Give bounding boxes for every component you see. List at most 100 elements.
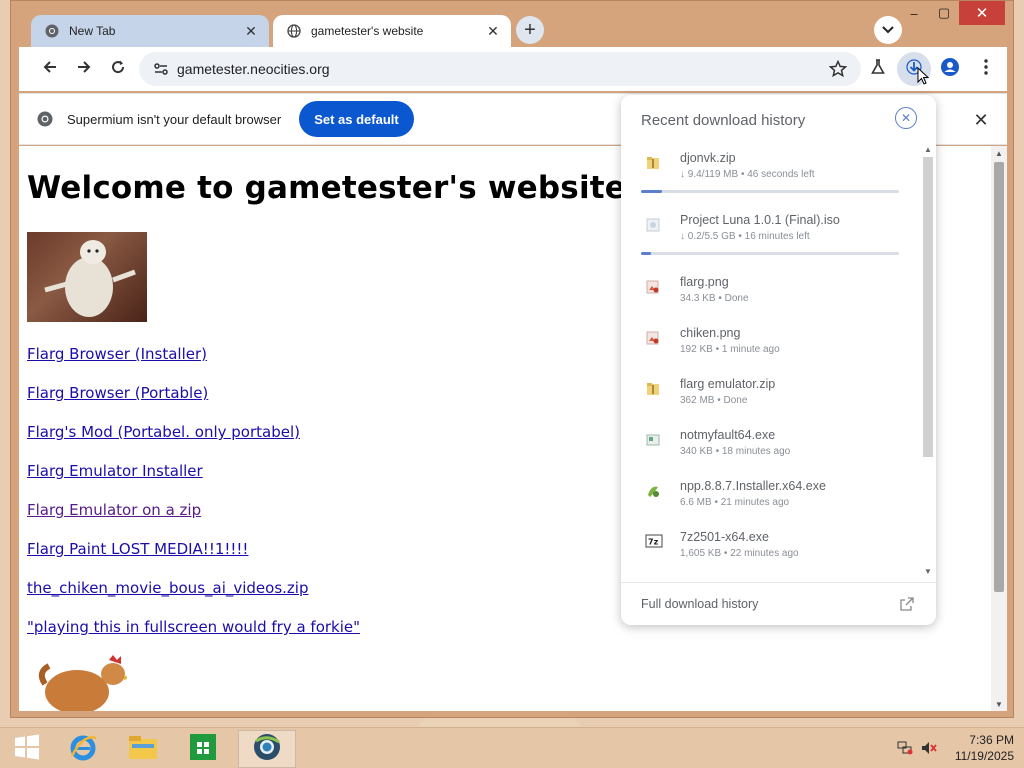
chevron-down-icon (882, 21, 894, 39)
infobar-close-button[interactable]: ✕ (969, 108, 993, 132)
page-scrollbar[interactable]: ▲ ▼ (991, 146, 1007, 711)
taskbar-file-explorer[interactable] (116, 730, 170, 768)
site-settings-icon[interactable] (153, 61, 169, 77)
clock-time: 7:36 PM (969, 733, 1014, 747)
taskbar-store[interactable] (176, 730, 230, 768)
network-icon[interactable] (897, 741, 913, 755)
download-item[interactable]: Project Luna 1.0.1 (Final).iso ↓ 0.2/5.5 … (621, 207, 921, 269)
tab-gametester[interactable]: gametester's website ✕ (273, 15, 511, 47)
forward-button[interactable] (67, 52, 101, 86)
download-item[interactable]: flarg emulator.zip 362 MB • Done (621, 371, 921, 422)
profile-button[interactable] (933, 52, 967, 86)
close-tab-icon[interactable]: ✕ (241, 21, 261, 41)
download-progress-bar (641, 190, 899, 193)
clock-date: 11/19/2025 (954, 749, 1014, 763)
menu-button[interactable] (969, 52, 1003, 86)
download-status: 192 KB • 1 minute ago (680, 344, 780, 355)
zip-folder-icon (645, 381, 661, 397)
start-button[interactable] (0, 730, 54, 768)
download-link[interactable]: Flarg Browser (Installer) (27, 345, 360, 384)
download-progress-bar (641, 252, 899, 255)
download-link[interactable]: Flarg Browser (Portable) (27, 384, 360, 423)
scroll-down-arrow-icon[interactable]: ▼ (991, 697, 1007, 711)
windows-logo-icon (14, 734, 40, 765)
tab-new-tab[interactable]: New Tab ✕ (31, 15, 269, 47)
download-filename: flarg emulator.zip (680, 377, 776, 391)
browser-toolbar: gametester.neocities.org (19, 47, 1007, 91)
image-file-icon (645, 330, 661, 346)
download-item[interactable]: 7z 7z2501-x64.exe 1,605 KB • 22 minutes ag… (621, 524, 921, 575)
downloads-scrollbar[interactable]: ▲ ▼ (922, 145, 934, 577)
download-progress-fill (641, 252, 652, 255)
scroll-up-arrow-icon[interactable]: ▲ (991, 146, 1007, 160)
taskbar: 7:36 PM 11/19/2025 (0, 727, 1024, 768)
set-as-default-button[interactable]: Set as default (299, 101, 414, 137)
minimize-icon: – (910, 5, 918, 21)
window-controls: – ▢ ✕ (899, 1, 1005, 43)
svg-text:7z: 7z (648, 538, 659, 547)
address-bar[interactable]: gametester.neocities.org (139, 52, 861, 86)
new-tab-button[interactable]: + (516, 16, 544, 44)
labs-button[interactable] (861, 52, 895, 86)
download-progress-fill (641, 190, 662, 193)
scroll-up-arrow-icon[interactable]: ▲ (922, 145, 934, 155)
download-item[interactable]: chiken.png 192 KB • 1 minute ago (621, 320, 921, 371)
flask-icon (870, 58, 886, 80)
tab-search-button[interactable] (874, 16, 902, 44)
bookmark-star-icon[interactable] (829, 60, 847, 78)
download-item[interactable]: notmyfault64.exe 340 KB • 18 minutes ago (621, 422, 921, 473)
download-link[interactable]: Flarg Paint LOST MEDIA!!1!!!! (27, 540, 360, 579)
taskbar-supermium[interactable] (238, 730, 296, 768)
download-item[interactable]: flarg.png 34.3 KB • Done (621, 269, 921, 320)
forward-arrow-icon (76, 59, 92, 80)
minimize-button[interactable]: – (899, 1, 929, 25)
download-link[interactable]: Flarg Emulator Installer (27, 462, 360, 501)
maximize-button[interactable]: ▢ (929, 1, 959, 25)
full-download-history-link[interactable]: Full download history (621, 582, 936, 625)
page-title: Welcome to gametester's website (27, 170, 627, 206)
folder-icon (128, 734, 158, 765)
globe-icon (287, 24, 301, 38)
download-item[interactable]: djonvk.zip ↓ 9.4/119 MB • 46 seconds left (621, 145, 921, 207)
maximize-icon: ▢ (937, 5, 951, 20)
window-close-button[interactable]: ✕ (959, 1, 1005, 25)
download-link[interactable]: Flarg's Mod (Portabel. only portabel) (27, 423, 360, 462)
zip-folder-icon (645, 155, 661, 171)
close-icon: ✕ (900, 111, 912, 125)
download-link[interactable]: Flarg Emulator on a zip (27, 501, 360, 540)
full-download-history-label: Full download history (641, 597, 759, 611)
7zip-icon: 7z (645, 534, 663, 550)
tab-title: gametester's website (311, 24, 424, 38)
downloads-header: Recent download history (641, 112, 806, 129)
download-status: 1,605 KB • 22 minutes ago (680, 548, 799, 559)
scrollbar-thumb[interactable] (994, 162, 1004, 592)
download-links: Flarg Browser (Installer) Flarg Browser (… (27, 345, 360, 657)
scrollbar-thumb[interactable] (923, 157, 933, 457)
download-filename: djonvk.zip (680, 151, 736, 165)
opossum-photo (27, 232, 147, 322)
close-tab-icon[interactable]: ✕ (483, 21, 503, 41)
back-button[interactable] (33, 52, 67, 86)
download-item[interactable]: npp.8.8.7.Installer.x64.exe 6.6 MB • 21 m… (621, 473, 921, 524)
download-link[interactable]: the_chiken_movie_bous_ai_videos.zip (27, 579, 360, 618)
downloads-close-button[interactable]: ✕ (895, 107, 917, 129)
plus-icon: + (524, 18, 536, 41)
download-link[interactable]: "playing this in fullscreen would fry a … (27, 618, 360, 657)
chrome-logo-icon (37, 111, 53, 127)
profile-avatar-icon (940, 57, 960, 82)
clock[interactable]: 7:36 PM 11/19/2025 (955, 732, 1014, 764)
mouse-cursor-icon (917, 66, 930, 90)
downloads-bubble: Recent download history ✕ djonvk.zip ↓ 9.… (621, 95, 936, 625)
toolbar-right-actions (861, 52, 1007, 86)
taskbar-internet-explorer[interactable] (56, 730, 110, 768)
installer-icon (645, 483, 661, 499)
image-file-icon (645, 279, 661, 295)
chrome-logo-icon (45, 24, 59, 38)
reload-button[interactable] (101, 52, 135, 86)
scroll-down-arrow-icon[interactable]: ▼ (922, 567, 934, 577)
volume-muted-icon[interactable] (921, 741, 937, 755)
download-status: 6.6 MB • 21 minutes ago (680, 497, 790, 508)
download-filename: npp.8.8.7.Installer.x64.exe (680, 479, 826, 493)
kebab-menu-icon (984, 58, 988, 80)
download-filename: flarg.png (680, 275, 729, 289)
